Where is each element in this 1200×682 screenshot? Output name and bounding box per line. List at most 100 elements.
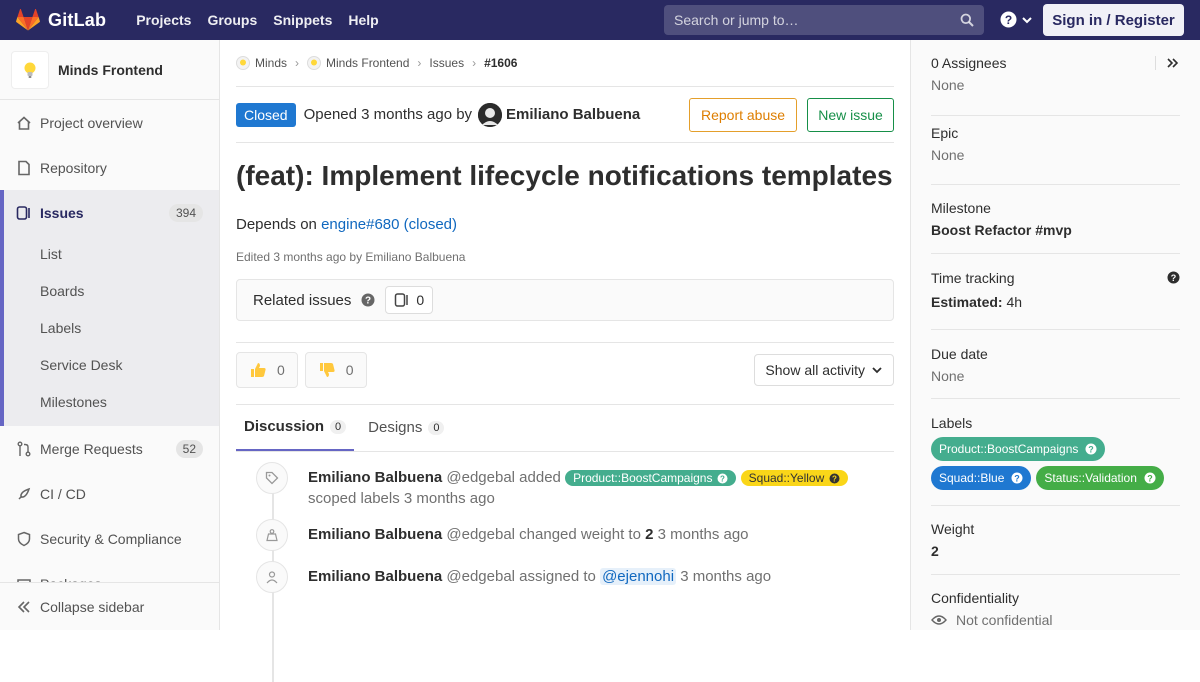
gitlab-logo[interactable]: GitLab — [16, 0, 106, 40]
thumbs-up-award[interactable]: 0 — [236, 352, 298, 388]
confidentiality-value: Not confidential — [956, 612, 1053, 628]
question-circle-icon: ? — [1000, 11, 1017, 28]
sign-in-button[interactable]: Sign in / Register — [1043, 4, 1184, 36]
merge-request-icon — [16, 441, 32, 457]
tab-discussion[interactable]: Discussion 0 — [236, 404, 355, 451]
nav-groups[interactable]: Groups — [199, 12, 265, 28]
tag-icon — [256, 462, 288, 494]
thumbs-down-count: 0 — [345, 362, 354, 378]
label-text: Status::Validation — [1044, 471, 1137, 485]
breadcrumb-issues[interactable]: Issues — [429, 56, 464, 70]
nav-help[interactable]: Help — [340, 12, 386, 28]
timeline-entry: Emiliano Balbuena @edgebal changed weigh… — [236, 519, 894, 551]
awards-bar: 0 0 Show all activity — [236, 342, 894, 404]
sidebar-item-label: Project overview — [40, 114, 143, 131]
collapse-sidebar-button[interactable]: Collapse sidebar — [0, 582, 219, 630]
question-circle-icon: ? — [717, 473, 728, 483]
related-issues-block: Related issues ? 0 — [236, 279, 894, 321]
breadcrumb-project[interactable]: Minds Frontend — [307, 56, 409, 70]
sidebar-item-repository[interactable]: Repository — [0, 145, 219, 190]
timeline-suffix: 3 months ago — [680, 568, 772, 585]
breadcrumb-issue-id[interactable]: #1606 — [484, 56, 517, 70]
due-date-value: None — [931, 368, 965, 384]
timeline-suffix: 3 months ago — [657, 526, 749, 543]
home-icon — [16, 115, 32, 131]
thumbs-down-icon — [318, 361, 336, 379]
nav-projects[interactable]: Projects — [128, 12, 199, 28]
label-product-boostcampaigns[interactable]: Product::BoostCampaigns ? — [931, 437, 1106, 461]
svg-text:?: ? — [1171, 273, 1177, 283]
breadcrumb: Minds › Minds Frontend › Issues › #1606 — [236, 40, 894, 87]
thumbs-down-award[interactable]: 0 — [304, 352, 367, 388]
question-circle-icon[interactable]: ? — [1167, 271, 1180, 284]
author-avatar[interactable] — [478, 102, 503, 127]
svg-text:?: ? — [1005, 13, 1012, 27]
edited-note: Edited 3 months ago by Emiliano Balbuena — [236, 250, 466, 264]
sidebar-sub-service-desk[interactable]: Service Desk — [4, 346, 219, 383]
help-dropdown[interactable]: ? — [1000, 11, 1033, 28]
timeline-text: Emiliano Balbuena @edgebal added Product… — [308, 462, 849, 509]
label-squad-blue[interactable]: Squad::Blue ? — [931, 466, 1032, 490]
tab-count: 0 — [330, 419, 347, 434]
timeline-user[interactable]: Emiliano Balbuena — [308, 526, 442, 543]
nav-snippets[interactable]: Snippets — [265, 12, 340, 28]
timeline-user[interactable]: Emiliano Balbuena — [308, 469, 442, 486]
breadcrumb-separator: › — [295, 56, 300, 70]
sidebar-item-project-overview[interactable]: Project overview — [0, 100, 219, 145]
milestone-title: Milestone — [931, 200, 991, 216]
due-date-block: Due date None — [931, 330, 1180, 399]
sidebar-sub-boards[interactable]: Boards — [4, 272, 219, 309]
activity-filter-dropdown[interactable]: Show all activity — [754, 354, 894, 386]
weight-icon — [256, 519, 288, 551]
related-issues-count[interactable]: 0 — [385, 286, 434, 314]
top-navbar: GitLab Projects Groups Snippets Help Sea… — [0, 0, 1200, 40]
weight-block: Weight 2 — [931, 506, 1180, 575]
label-status-validation[interactable]: Status::Validation ? — [1036, 466, 1164, 490]
issue-tabs: Discussion 0 Designs 0 — [236, 404, 894, 452]
question-circle-icon[interactable]: ? — [361, 293, 375, 307]
label-product-boostcampaigns[interactable]: Product::BoostCampaigns ? — [565, 470, 737, 486]
weight-value: 2 — [931, 543, 939, 559]
activity-timeline: Emiliano Balbuena @edgebal added Product… — [236, 462, 894, 682]
timeline-action: assigned to — [519, 568, 596, 585]
doc-icon — [16, 160, 32, 176]
search-input[interactable]: Search or jump to… — [664, 5, 984, 35]
thumbs-up-count: 0 — [277, 362, 285, 378]
report-abuse-button[interactable]: Report abuse — [689, 98, 797, 132]
sidebar-item-ci-cd[interactable]: CI / CD — [0, 471, 219, 516]
user-mention[interactable]: @ejennohi — [600, 568, 677, 585]
weight-title: Weight — [931, 521, 975, 537]
status-badge: Closed — [236, 102, 296, 127]
sidebar-sub-labels[interactable]: Labels — [4, 309, 219, 346]
timeline-handle[interactable]: @edgebal — [446, 526, 515, 543]
tab-designs[interactable]: Designs 0 — [360, 404, 452, 451]
sidebar-item-security[interactable]: Security & Compliance — [0, 516, 219, 561]
timeline-handle[interactable]: @edgebal — [446, 469, 515, 486]
sidebar-item-issues[interactable]: Issues 394 — [4, 190, 219, 235]
issues-icon — [395, 293, 409, 307]
milestone-value[interactable]: Boost Refactor #mvp — [931, 222, 1180, 238]
sidebar-sub-milestones[interactable]: Milestones — [4, 383, 219, 420]
label-text: Squad::Blue — [939, 471, 1005, 485]
expand-sidebar-icon[interactable] — [1166, 56, 1180, 70]
sidebar-item-label: Merge Requests — [40, 440, 143, 457]
lightbulb-icon — [24, 62, 36, 78]
timeline-value: 2 — [645, 526, 654, 543]
shield-icon — [16, 531, 32, 547]
author-name[interactable]: Emiliano Balbuena — [506, 106, 640, 123]
sidebar-item-merge-requests[interactable]: Merge Requests 52 — [0, 426, 219, 471]
timeline-handle[interactable]: @edgebal — [446, 568, 515, 585]
timeline-user[interactable]: Emiliano Balbuena — [308, 568, 442, 585]
label-squad-yellow[interactable]: Squad::Yellow ? — [740, 470, 849, 486]
new-issue-button[interactable]: New issue — [807, 98, 894, 132]
label-text: Squad::Yellow — [748, 471, 825, 485]
epic-title: Epic — [931, 125, 959, 141]
related-issues-label: Related issues — [253, 291, 352, 309]
assignees-title: 0 Assignees — [931, 55, 1007, 71]
project-header[interactable]: Minds Frontend — [0, 40, 219, 100]
tab-count: 0 — [428, 420, 445, 435]
breadcrumb-minds[interactable]: Minds — [236, 56, 287, 70]
issue-main: Minds › Minds Frontend › Issues › #1606 … — [236, 40, 894, 682]
sidebar-sub-list[interactable]: List — [4, 235, 219, 272]
issue-reference-link[interactable]: engine#680 (closed) — [321, 216, 457, 233]
